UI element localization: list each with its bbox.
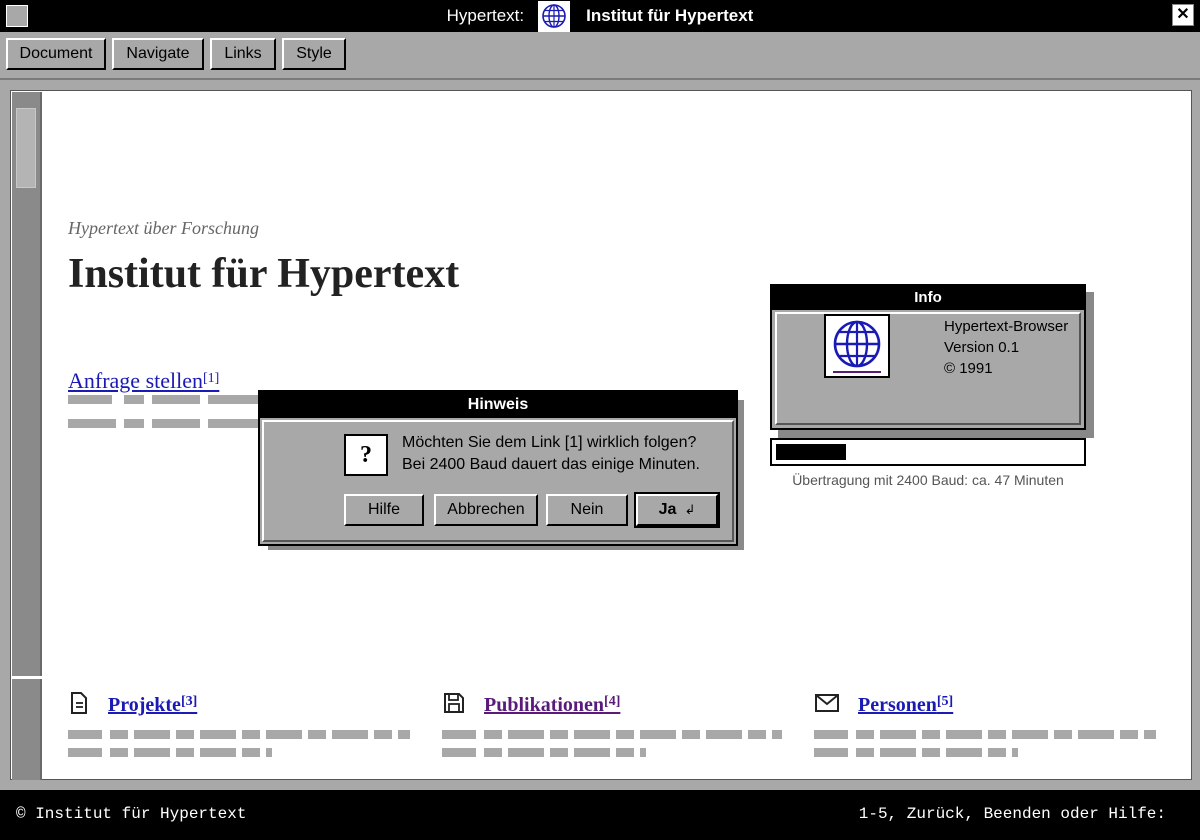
request-link[interactable]: Anfrage stellen[1] [68, 368, 219, 394]
enter-key-icon: ↲ [684, 502, 696, 517]
page-title: Institut für Hypertext [68, 251, 460, 297]
confirm-dialog: Hinweis ? Möchten Sie dem Link [1] wirkl… [258, 390, 738, 546]
placeholder-text-line [68, 395, 268, 404]
transfer-progress-label: Übertragung mit 2400 Baud: ca. 47 Minute… [792, 472, 1064, 488]
window-title: Institut für Hypertext [586, 6, 754, 25]
info-panel: Info Hypertext-Browser Version 0.1 © 199… [770, 284, 1094, 438]
personen-link[interactable]: Personen[5] [858, 694, 953, 717]
info-panel-title: Info [772, 286, 1084, 310]
column-publikationen: Publikationen[4] [442, 690, 784, 757]
yes-button-label: Ja [658, 501, 677, 518]
projekte-link-ref: [3] [180, 693, 198, 709]
projekte-link[interactable]: Projekte[3] [108, 694, 197, 717]
window-title-prefix: Hypertext: [446, 6, 525, 25]
placeholder-text-line [442, 730, 784, 739]
floppy-disk-icon [442, 691, 466, 720]
close-button[interactable]: ✕ [1172, 4, 1194, 26]
column-projekte: Projekte[3] [68, 690, 410, 757]
scrollbar-splitter[interactable] [12, 676, 42, 679]
menu-style[interactable]: Style [282, 38, 346, 70]
cancel-button[interactable]: Abbrechen [434, 494, 538, 526]
info-panel-box: Info Hypertext-Browser Version 0.1 © 199… [770, 284, 1086, 430]
close-icon: ✕ [1176, 6, 1190, 23]
help-button[interactable]: Hilfe [344, 494, 424, 526]
globe-icon [824, 314, 890, 378]
menu-bar: Document Navigate Links Style [0, 32, 1200, 80]
column-personen: Personen[5] [814, 690, 1156, 757]
menu-links[interactable]: Links [210, 38, 276, 70]
question-icon: ? [344, 434, 388, 476]
window-title-group: Hypertext: Institut für Hypertext [0, 0, 1200, 32]
placeholder-text-line [814, 748, 1156, 757]
projekte-link-label[interactable]: Projekte [108, 694, 181, 716]
page-subheading: Hypertext über Forschung [68, 218, 259, 238]
placeholder-text-line [442, 748, 784, 757]
menu-navigate[interactable]: Navigate [112, 38, 204, 70]
envelope-icon [814, 692, 840, 719]
placeholder-text-line [68, 730, 410, 739]
no-button[interactable]: Nein [546, 494, 628, 526]
personen-link-label[interactable]: Personen [858, 694, 937, 716]
document-icon [68, 691, 90, 720]
publikationen-link[interactable]: Publikationen[4] [484, 694, 620, 717]
transfer-progress-bar [770, 438, 1086, 466]
request-link-ref: [1] [203, 371, 220, 386]
dialog-message-line2: Bei 2400 Baud dauert das einige Minuten. [402, 456, 700, 473]
status-bar: © Institut für Hypertext 1-5, Zurück, Be… [0, 790, 1200, 840]
dialog-title: Hinweis [260, 392, 736, 418]
yes-button[interactable]: Ja ↲ [634, 492, 720, 528]
status-copyright: © Institut für Hypertext [16, 805, 247, 823]
dialog-message-line1: Möchten Sie dem Link [1] wirklich folgen… [402, 434, 697, 451]
publikationen-link-ref: [4] [604, 693, 621, 709]
personen-link-ref: [5] [936, 693, 954, 709]
scrollbar[interactable] [12, 92, 42, 780]
dialog-message: Möchten Sie dem Link [1] wirklich folgen… [402, 432, 700, 476]
info-product: Hypertext-Browser [944, 318, 1069, 335]
globe-icon [538, 0, 571, 32]
scrollbar-thumb[interactable] [16, 108, 36, 188]
info-panel-text: Hypertext-Browser Version 0.1 © 1991 [944, 316, 1068, 379]
menu-document[interactable]: Document [6, 38, 106, 70]
placeholder-text-line [814, 730, 1156, 739]
info-version: Version 0.1 [944, 339, 1020, 356]
transfer-progress-fill [776, 444, 846, 460]
info-copyright: © 1991 [944, 360, 993, 377]
placeholder-text-line [68, 419, 268, 428]
publikationen-link-label[interactable]: Publikationen [484, 694, 604, 716]
title-bar: Hypertext: Institut für Hypertext ✕ [0, 0, 1200, 32]
placeholder-text-line [68, 748, 410, 757]
request-link-label[interactable]: Anfrage stellen [68, 368, 203, 393]
status-prompt[interactable]: 1-5, Zurück, Beenden oder Hilfe: [859, 805, 1166, 823]
